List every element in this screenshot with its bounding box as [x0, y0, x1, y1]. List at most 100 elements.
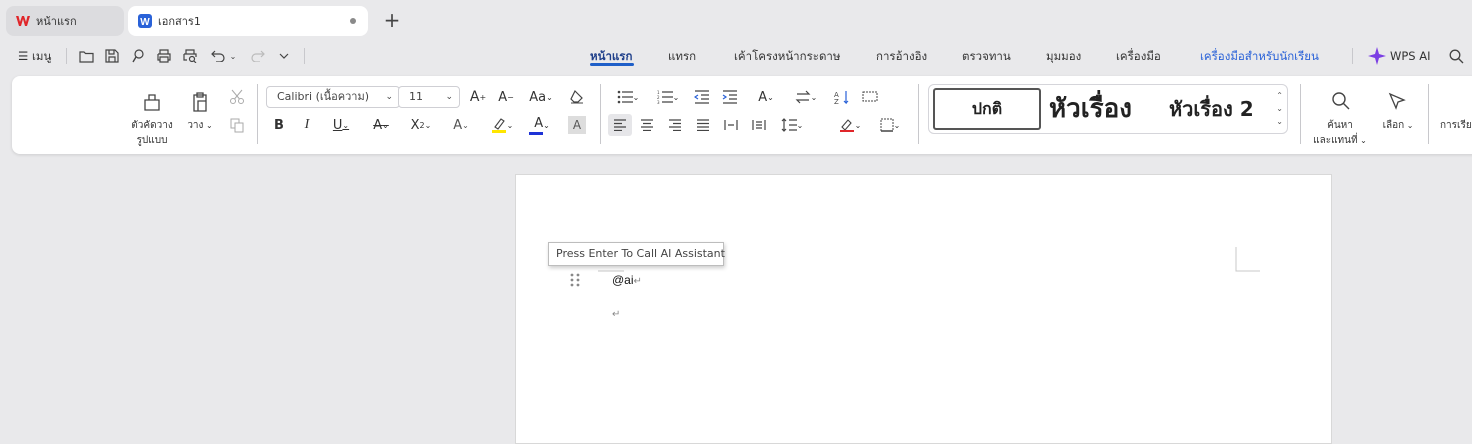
undo-dropdown-icon[interactable]: ⌄	[228, 48, 238, 64]
document-line-1-text: @ai	[612, 273, 634, 287]
tab-home-label: หน้าแรก	[36, 15, 77, 28]
paragraph-mark-icon: ↵	[612, 309, 621, 320]
print-preview-icon[interactable]	[182, 48, 198, 64]
redo-icon[interactable]	[250, 48, 266, 64]
save-icon[interactable]	[104, 48, 120, 64]
hamburger-icon: ☰	[18, 49, 29, 63]
text-effects-icon[interactable]: A ⌄	[446, 114, 476, 136]
style-normal[interactable]: ปกติ	[933, 88, 1041, 130]
active-tab-indicator	[590, 63, 634, 66]
bold-icon[interactable]: B	[270, 114, 288, 136]
align-right-icon[interactable]	[664, 114, 686, 136]
menu-label: เมนู	[31, 49, 52, 63]
sparkle-icon	[1368, 47, 1386, 65]
find-label-2: และแทนที่	[1313, 135, 1358, 146]
find-replace-button[interactable]: ค้นหา และแทนที่ ⌄	[1310, 118, 1370, 148]
print-icon[interactable]	[156, 48, 172, 64]
document-page[interactable]: @ai↵ ↵	[515, 174, 1332, 444]
select-button[interactable]: เลือก ⌄	[1376, 118, 1420, 133]
format-painter-icon[interactable]	[140, 90, 164, 114]
tab-document[interactable]: W เอกสาร1	[128, 6, 368, 36]
increase-indent-icon[interactable]	[720, 86, 740, 108]
swap-direction-icon[interactable]: ⌄	[790, 86, 822, 108]
paste-icon[interactable]	[188, 90, 212, 114]
menu-tab-insert[interactable]: แทรก	[668, 40, 696, 72]
columns-icon[interactable]	[748, 114, 770, 136]
new-tab-button[interactable]: +	[382, 8, 402, 32]
align-left-icon[interactable]	[608, 114, 632, 136]
menu-tab-student-tools[interactable]: เครื่องมือสำหรับนักเรียน	[1200, 40, 1319, 72]
line-spacing-icon[interactable]: ⌄	[776, 114, 808, 136]
font-name-value: Calibri (เนื้อความ)	[277, 90, 370, 103]
document-line-1[interactable]: @ai↵	[612, 273, 642, 287]
menu-tab-references[interactable]: การอ้างอิง	[876, 40, 927, 72]
superscript-icon[interactable]: X 2 ⌄	[406, 114, 436, 136]
unsaved-dot-icon[interactable]	[350, 18, 356, 24]
font-name-select[interactable]: Calibri (เนื้อความ) ⌄	[266, 86, 400, 108]
italic-icon[interactable]: I	[298, 114, 316, 136]
strikethrough-icon[interactable]: A ⌄	[366, 114, 396, 136]
chevron-down-icon: ⌄	[445, 92, 453, 102]
svg-text:3: 3	[657, 100, 660, 104]
select-cursor-icon[interactable]	[1386, 90, 1408, 112]
style-heading-2[interactable]: หัวเรื่อง 2	[1169, 87, 1254, 131]
style-heading-1-label: หัวเรื่อง	[1049, 94, 1132, 124]
format-painter-label-2: รูปแบบ	[136, 135, 168, 146]
menu-tab-review[interactable]: ตรวจทาน	[962, 40, 1011, 72]
paste-label: วาง	[187, 120, 204, 131]
tab-bar: หน้าแรก W เอกสาร1 +	[0, 0, 1472, 40]
shrink-font-icon[interactable]: A −	[496, 86, 516, 108]
ai-assistant-tooltip: Press Enter To Call AI Assistant	[548, 242, 725, 266]
menu-tab-home[interactable]: หน้าแรก	[590, 40, 632, 72]
styles-scroll-control[interactable]: ⌃ ⌄ ⌄	[1276, 89, 1283, 128]
copy-icon[interactable]	[228, 116, 246, 134]
sort-icon[interactable]: AZ	[832, 86, 852, 108]
character-shading-icon[interactable]: A	[568, 116, 586, 134]
menu-button[interactable]: ☰ เมนู	[18, 40, 51, 72]
style-heading-2-label: หัวเรื่อง 2	[1169, 97, 1254, 121]
format-painter-quick-icon[interactable]	[130, 48, 146, 64]
menu-tab-page-layout[interactable]: เค้าโครงหน้ากระดาษ	[734, 40, 840, 72]
menu-bar: ☰ เมนู ⌄ หน้าแรก แทรก เค้าโครงหน้ากระดาษ…	[0, 40, 1472, 72]
menu-tab-tools[interactable]: เครื่องมือ	[1116, 40, 1161, 72]
search-icon[interactable]	[1448, 48, 1464, 64]
numbering-icon[interactable]: 1 2 3 ⌄	[652, 86, 684, 108]
font-color-icon[interactable]: A ⌄	[526, 114, 558, 136]
align-center-icon[interactable]	[636, 114, 658, 136]
highlight-icon[interactable]: ⌄	[486, 114, 518, 136]
change-case-icon[interactable]: Aa ⌄	[526, 86, 556, 108]
svg-text:W: W	[140, 17, 150, 28]
borders-icon[interactable]: ⌄	[874, 114, 906, 136]
bullets-icon[interactable]: ⌄	[612, 86, 644, 108]
wps-ai-button[interactable]: WPS AI	[1368, 40, 1431, 72]
paste-button[interactable]: วาง ⌄	[182, 118, 218, 133]
grow-font-icon[interactable]: A +	[468, 86, 488, 108]
arrange-button[interactable]: การเรีย	[1440, 118, 1472, 133]
tab-document-label: เอกสาร1	[158, 15, 201, 28]
drag-handle-icon[interactable]	[570, 272, 580, 288]
wps-ai-label: WPS AI	[1390, 49, 1431, 63]
undo-icon[interactable]	[210, 48, 226, 64]
cut-icon[interactable]	[228, 88, 246, 106]
chevron-down-icon: ⌄	[385, 92, 393, 102]
ribbon: ตัวคัดวาง รูปแบบ วาง ⌄ Calibri (เนื้อควา…	[12, 76, 1472, 154]
writer-doc-icon: W	[138, 14, 152, 28]
font-size-select[interactable]: 11 ⌄	[398, 86, 460, 108]
find-icon[interactable]	[1330, 90, 1352, 112]
clear-formatting-icon[interactable]	[566, 86, 588, 108]
justify-icon[interactable]	[692, 114, 714, 136]
shading-icon[interactable]: ⌄	[834, 114, 866, 136]
decrease-indent-icon[interactable]	[692, 86, 712, 108]
open-folder-icon[interactable]	[78, 48, 94, 64]
text-direction-icon[interactable]: A ⌄	[750, 86, 782, 108]
style-normal-label: ปกติ	[971, 98, 1003, 118]
format-painter-button[interactable]: ตัวคัดวาง รูปแบบ	[124, 118, 180, 148]
style-heading-1[interactable]: หัวเรื่อง	[1049, 87, 1132, 131]
tab-home[interactable]: หน้าแรก	[6, 6, 124, 36]
show-hide-marks-icon[interactable]	[860, 86, 880, 108]
menu-tab-view[interactable]: มุมมอง	[1046, 40, 1081, 72]
underline-icon[interactable]: U ⌄	[326, 114, 356, 136]
distributed-icon[interactable]	[720, 114, 742, 136]
find-label-1: ค้นหา	[1327, 120, 1353, 131]
more-quick-access-icon[interactable]	[276, 48, 292, 64]
